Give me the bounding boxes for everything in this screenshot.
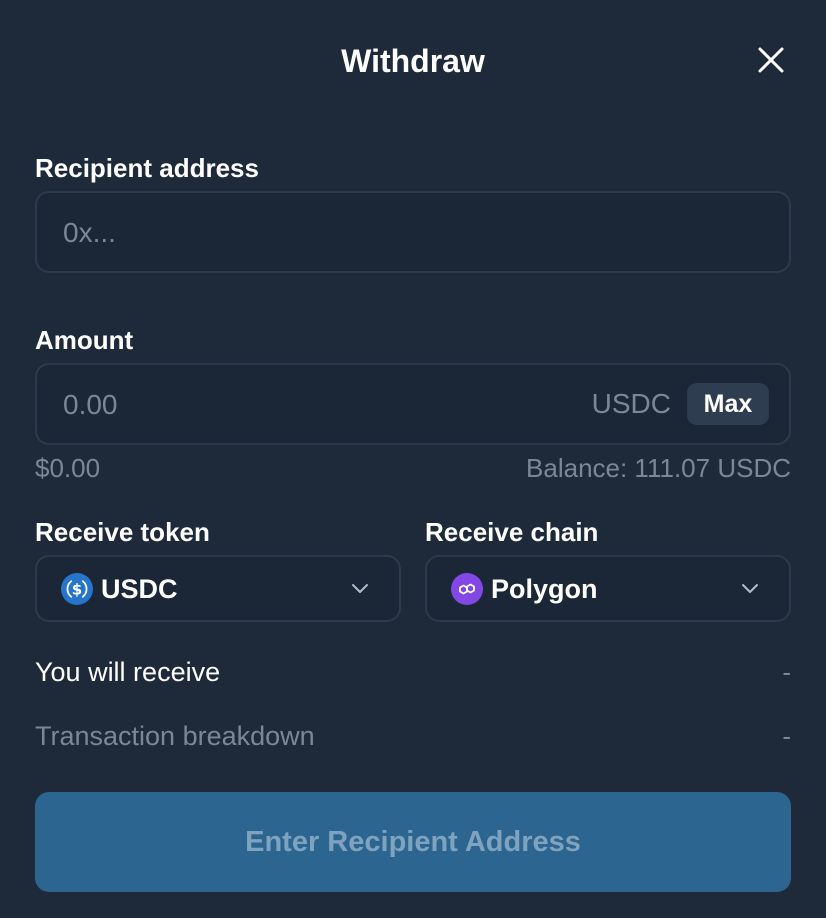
amount-currency-label: USDC — [591, 388, 671, 419]
close-icon — [758, 47, 784, 73]
max-button[interactable]: Max — [687, 383, 769, 425]
amount-field: USDC Max — [35, 363, 791, 445]
svg-text:$: $ — [72, 581, 82, 599]
recipient-address-field — [35, 191, 791, 273]
receive-chain-select[interactable]: Polygon — [425, 555, 791, 622]
you-will-receive-value: - — [782, 657, 791, 687]
polygon-icon — [451, 573, 483, 605]
amount-label: Amount — [35, 325, 134, 355]
receive-token-label: Receive token — [35, 517, 210, 547]
amount-usd-value: $0.00 — [35, 453, 101, 483]
chevron-down-icon — [352, 584, 368, 593]
withdraw-modal: Withdraw Recipient address Amount USDC M… — [0, 0, 826, 918]
usdc-icon: $ — [61, 573, 93, 605]
close-button[interactable] — [755, 44, 787, 76]
chevron-down-icon — [742, 584, 758, 593]
recipient-address-input[interactable] — [61, 193, 765, 273]
transaction-breakdown-toggle[interactable]: Transaction breakdown — [35, 719, 315, 753]
you-will-receive-label: You will receive — [35, 657, 221, 687]
receive-chain-label: Receive chain — [425, 517, 599, 547]
recipient-address-label: Recipient address — [35, 153, 259, 183]
transaction-breakdown-value: - — [782, 721, 791, 751]
amount-input[interactable] — [61, 365, 545, 445]
submit-button[interactable]: Enter Recipient Address — [35, 792, 791, 892]
receive-chain-value: Polygon — [491, 574, 598, 604]
balance-text: Balance: 111.07 USDC — [526, 453, 791, 483]
receive-token-select[interactable]: $ USDC — [35, 555, 401, 622]
modal-title: Withdraw — [341, 43, 485, 79]
receive-token-value: USDC — [101, 574, 178, 604]
